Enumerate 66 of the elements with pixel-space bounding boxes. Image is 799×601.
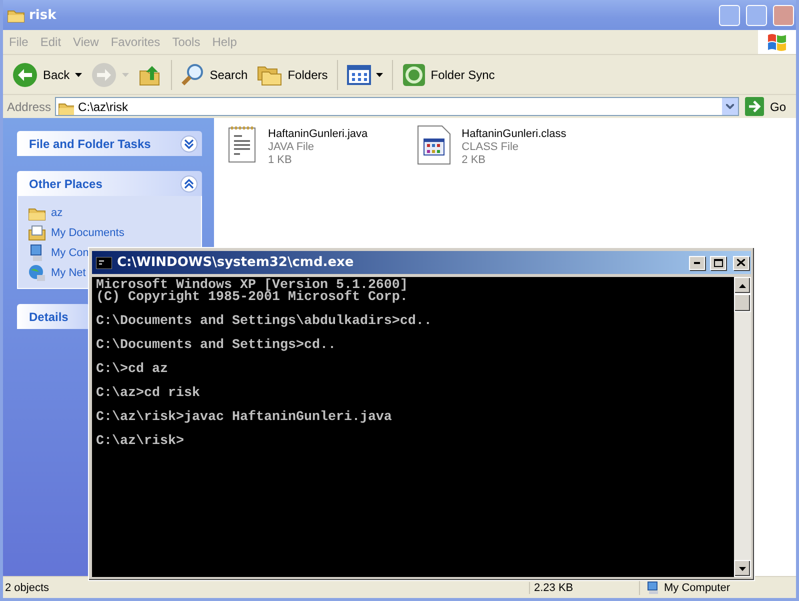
close-icon [737,259,745,266]
file-name[interactable]: HaftaninGunleri.class [462,128,566,141]
back-icon[interactable] [12,62,38,88]
chevron-down-icon [726,104,734,109]
file-name[interactable]: HaftaninGunleri.java [268,128,368,141]
place-link[interactable]: My Documents [51,227,124,239]
close-button[interactable] [733,256,749,270]
class-file-icon [416,125,452,165]
dropdown-caret-icon [122,72,129,76]
status-text: My Computer [664,582,730,594]
panel-title: File and Folder Tasks [29,136,151,150]
collapse-chevron-icon[interactable] [180,174,198,192]
maximize-button[interactable] [710,256,726,270]
console-line: C:\az\risk> [96,436,185,448]
console-line: C:\Documents and Settings>cd.. [96,340,337,352]
sync-icon[interactable] [402,62,426,86]
panel-header[interactable]: Details [17,304,90,329]
console-line: C:\az>cd risk [96,388,201,400]
dropdown-caret-icon [376,72,383,76]
toolbar-button[interactable]: Folders [254,62,331,88]
text-file-icon [226,125,258,165]
folders-icon[interactable] [256,64,283,86]
up-arrow-icon [739,284,746,288]
dropdown-caret-icon [74,72,82,76]
minimize-button[interactable] [689,256,705,270]
address-label: Address [7,100,52,114]
console-line: (C) Copyright 1985-2001 Microsoft Corp. [96,292,409,304]
panel-title: Details [29,310,68,324]
toolbar-button[interactable]: Folder Sync [398,60,498,88]
computer-icon [646,580,660,594]
expand-chevron-icon[interactable] [180,134,198,152]
console-line: C:\az\risk>javac HaftaninGunleri.java [96,412,393,424]
scrollbar[interactable] [734,277,751,577]
panel-header[interactable]: Other Places [17,171,202,196]
window-title: C:\WINDOWS\system32\cmd.exe [117,255,355,270]
console-line: C:\Documents and Settings\abdulkadirs>cd.. [96,316,433,328]
console-icon [96,256,112,268]
window-title: risk [29,8,58,22]
file-size: 2 KB [462,154,487,167]
panel-header[interactable]: File and Folder Tasks [17,131,202,156]
console-line: C:\>cd az [96,364,169,376]
status-text: 2 objects [5,582,50,594]
go-button[interactable]: Go [742,97,792,116]
dropdown-button[interactable] [722,98,738,115]
file-size: 1 KB [268,154,293,167]
status-text: 2.23 KB [534,582,574,594]
scroll-down-button[interactable] [734,560,751,577]
maximize-icon [714,258,722,266]
documents-icon [28,224,46,242]
toolbar-button[interactable]: Back [9,60,85,90]
minimize-icon [694,262,700,264]
scroll-thumb[interactable] [734,294,751,312]
down-arrow-icon [739,566,746,570]
network-icon [28,264,46,282]
search-icon[interactable] [180,62,205,86]
file-type: CLASS File [462,141,520,154]
toolbar-button[interactable]: Search [178,60,251,88]
place-link[interactable]: az [51,207,63,219]
panel-title: Other Places [29,176,102,190]
views-icon[interactable] [346,64,371,84]
file-type: JAVA File [268,141,316,154]
scroll-up-button[interactable] [734,277,751,294]
place-link[interactable]: My Net [51,267,86,279]
place-link[interactable]: My Con [51,247,89,259]
windows-logo [758,30,796,54]
address-field[interactable]: C:\az\risk [55,97,739,116]
